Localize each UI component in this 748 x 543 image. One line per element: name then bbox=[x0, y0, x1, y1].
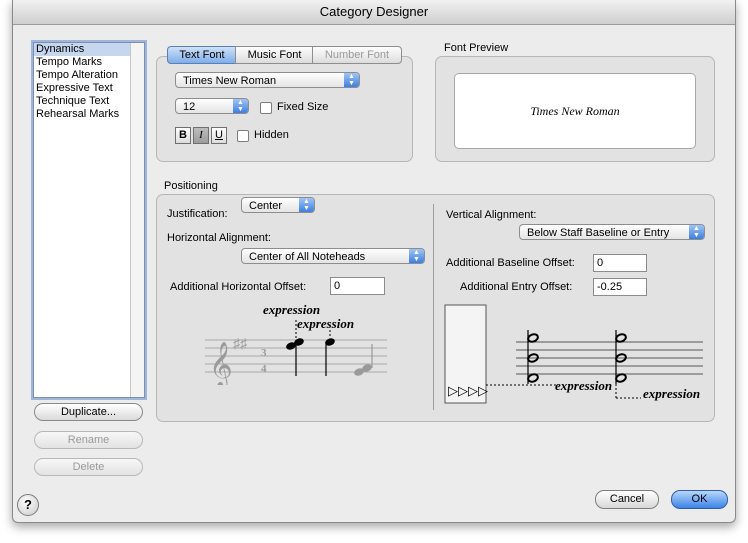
horizontal-offset-label: Additional Horizontal Offset: bbox=[170, 281, 307, 293]
duplicate-button[interactable]: Duplicate... bbox=[34, 403, 143, 421]
category-list-item[interactable]: Tempo Alteration bbox=[34, 69, 144, 82]
fixed-size-label: Fixed Size bbox=[277, 101, 329, 113]
svg-text:3: 3 bbox=[261, 347, 267, 359]
chevron-updown-icon: ▲ ▼ bbox=[344, 73, 359, 87]
category-list-item[interactable]: Rehearsal Marks bbox=[34, 108, 144, 121]
horizontal-alignment-example: 𝄞 ♯♯ 3 4 expression expression bbox=[205, 302, 387, 385]
justification-value: Center bbox=[249, 200, 283, 212]
horizontal-alignment-value: Center of All Noteheads bbox=[249, 251, 366, 263]
chevron-updown-icon: ▲ ▼ bbox=[233, 99, 248, 113]
horizontal-alignment-select[interactable]: Center of All Noteheads ▲ ▼ bbox=[241, 248, 425, 264]
font-family-select[interactable]: Times New Roman ▲ ▼ bbox=[175, 72, 360, 88]
tab-text-font[interactable]: Text Font bbox=[167, 46, 237, 64]
bold-toggle[interactable]: B bbox=[175, 127, 191, 144]
treble-clef-icon: 𝄞 bbox=[209, 342, 233, 385]
italic-toggle[interactable]: I bbox=[193, 127, 209, 144]
category-list-item[interactable]: Expressive Text bbox=[34, 82, 144, 95]
font-preview-label: Font Preview bbox=[444, 42, 509, 54]
hidden-checkbox[interactable] bbox=[237, 130, 249, 142]
column-divider bbox=[433, 204, 434, 410]
key-signature-icon: ♯♯ bbox=[233, 337, 248, 352]
example-text-1: expression bbox=[263, 302, 320, 317]
entry-offset-label: Additional Entry Offset: bbox=[460, 281, 573, 293]
horizontal-offset-input[interactable]: 0 bbox=[330, 277, 385, 295]
font-size-select[interactable]: 12 ▲ ▼ bbox=[175, 98, 249, 114]
horizontal-alignment-label: Horizontal Alignment: bbox=[167, 232, 271, 244]
tab-music-font[interactable]: Music Font bbox=[235, 46, 314, 64]
tab-number-font[interactable]: Number Font bbox=[312, 46, 402, 64]
example-text-3: expression bbox=[555, 378, 612, 393]
playback-arrows-icon: ▷▷▷▷ bbox=[448, 383, 488, 398]
rename-button[interactable]: Rename bbox=[34, 431, 143, 449]
help-button[interactable]: ? bbox=[17, 494, 39, 516]
category-list-item[interactable]: Technique Text bbox=[34, 95, 144, 108]
underline-toggle[interactable]: U bbox=[211, 127, 227, 144]
font-family-value: Times New Roman bbox=[183, 75, 277, 87]
fixed-size-checkbox[interactable] bbox=[260, 102, 272, 114]
ok-button[interactable]: OK bbox=[671, 490, 728, 509]
category-list-item[interactable]: Dynamics bbox=[34, 43, 144, 56]
positioning-label: Positioning bbox=[164, 180, 218, 192]
window-title: Category Designer bbox=[13, 0, 735, 25]
justification-select[interactable]: Center ▲ ▼ bbox=[241, 197, 315, 213]
vertical-alignment-label: Vertical Alignment: bbox=[446, 209, 537, 221]
vertical-alignment-example: ▷▷▷▷ expression expression bbox=[444, 304, 703, 404]
baseline-offset-label: Additional Baseline Offset: bbox=[446, 257, 575, 269]
vertical-alignment-value: Below Staff Baseline or Entry bbox=[527, 227, 670, 239]
hidden-label: Hidden bbox=[254, 129, 289, 141]
category-list-item[interactable]: Tempo Marks bbox=[34, 56, 144, 69]
example-text-2: expression bbox=[297, 316, 354, 331]
baseline-offset-input[interactable]: 0 bbox=[593, 254, 647, 272]
delete-button[interactable]: Delete bbox=[34, 458, 143, 476]
cancel-button[interactable]: Cancel bbox=[595, 490, 659, 509]
svg-text:4: 4 bbox=[261, 363, 267, 375]
list-scrollbar[interactable] bbox=[130, 43, 144, 397]
category-list[interactable]: Dynamics Tempo Marks Tempo Alteration Expre… bbox=[33, 42, 145, 398]
font-preview-box: Times New Roman bbox=[454, 73, 696, 149]
font-size-value: 12 bbox=[183, 101, 196, 113]
justification-label: Justification: bbox=[167, 208, 228, 220]
example-text-4: expression bbox=[643, 386, 700, 401]
vertical-alignment-select[interactable]: Below Staff Baseline or Entry ▲ ▼ bbox=[519, 224, 705, 240]
entry-offset-input[interactable]: -0.25 bbox=[593, 278, 647, 296]
chevron-updown-icon: ▲ ▼ bbox=[409, 249, 424, 263]
chevron-updown-icon: ▲ ▼ bbox=[299, 198, 314, 212]
category-designer-window: Category Designer Dynamics Tempo Marks Tem… bbox=[12, 0, 736, 523]
chevron-updown-icon: ▲ ▼ bbox=[689, 225, 704, 239]
